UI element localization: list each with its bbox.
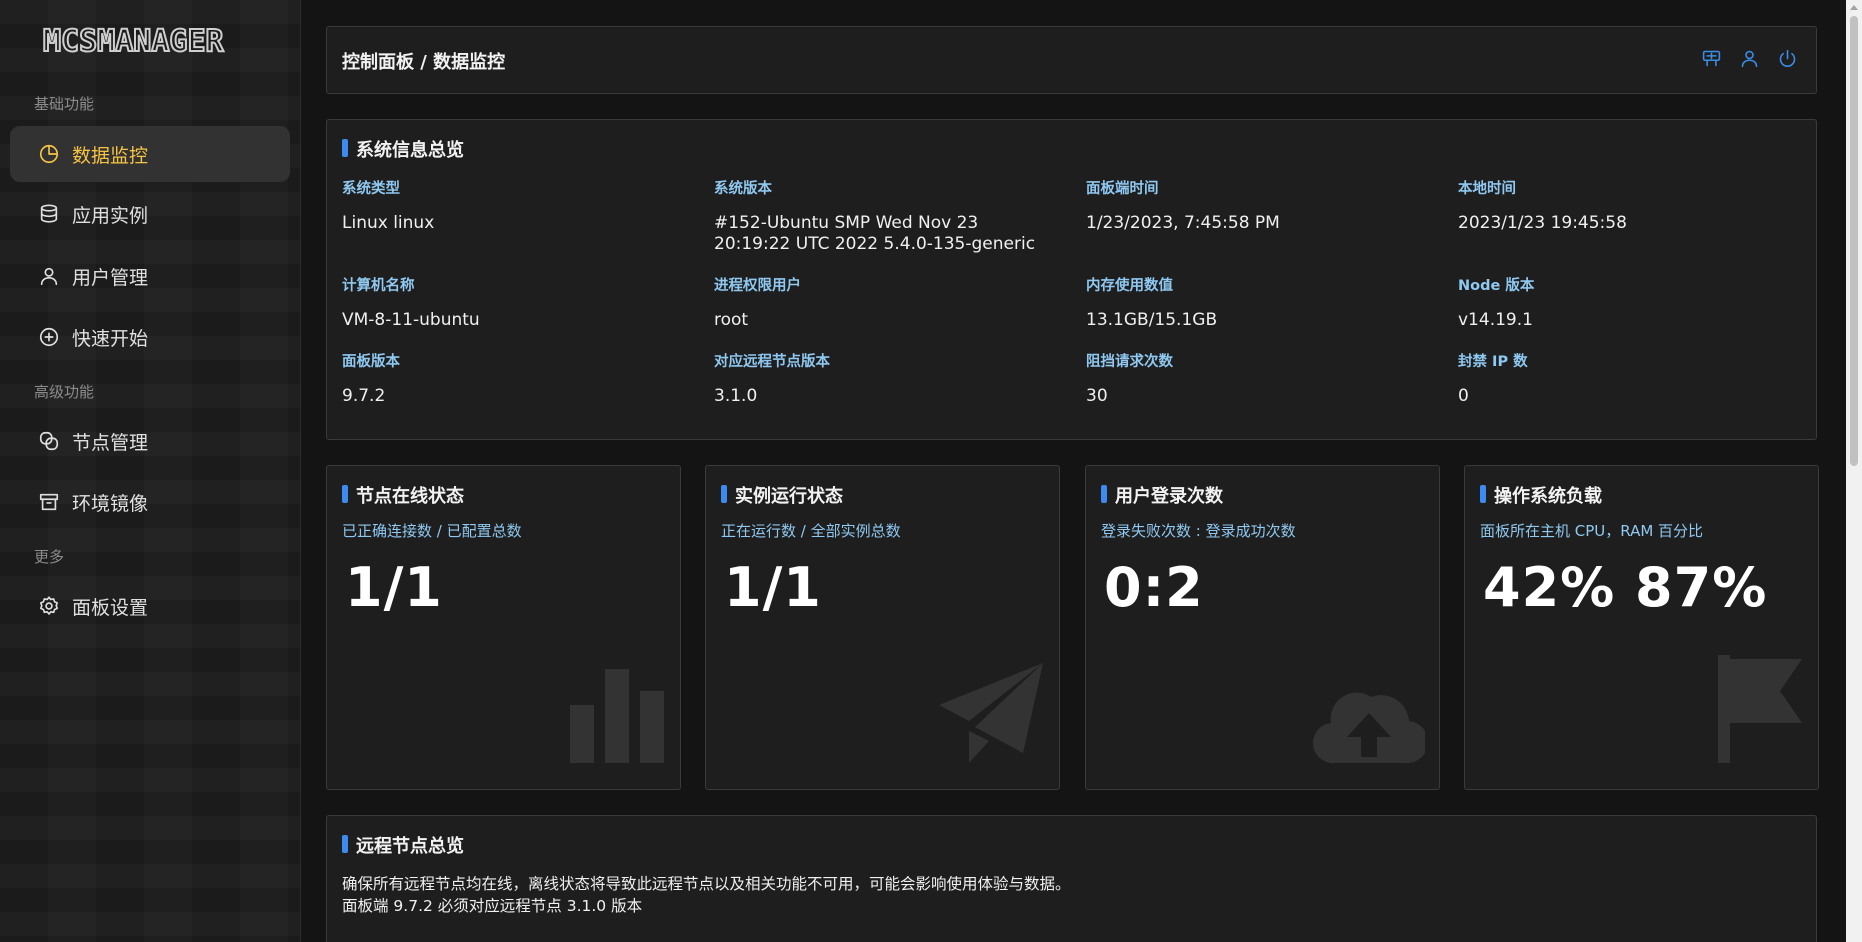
stat-subtitle: 登录失败次数 : 登录成功次数 <box>1101 522 1296 540</box>
stat-value: 42% 87% <box>1483 556 1768 619</box>
info-value: 30 <box>1086 386 1108 406</box>
translate-icon[interactable] <box>1701 48 1722 69</box>
info-label: 阻挡请求次数 <box>1086 354 1173 370</box>
sidebar-item-users[interactable]: 用户管理 <box>10 248 290 304</box>
card-title: 用户登录次数 <box>1101 482 1223 508</box>
power-icon[interactable] <box>1777 48 1798 69</box>
info-value: 13.1GB/15.1GB <box>1086 310 1218 330</box>
info-system-type: 系统类型 Linux linux <box>342 177 702 234</box>
info-label: 面板版本 <box>342 354 400 370</box>
info-process-user: 进程权限用户 root <box>714 274 1074 331</box>
info-hostname: 计算机名称 VM-8-11-ubuntu <box>342 274 702 331</box>
stat-subtitle: 已正确连接数 / 已配置总数 <box>342 522 522 540</box>
info-value: 1/23/2023, 7:45:58 PM <box>1086 213 1280 233</box>
stat-card-load: 操作系统负载 面板所在主机 CPU，RAM 百分比 42% 87% <box>1464 465 1819 790</box>
scroll-up-arrow[interactable] <box>1850 5 1858 10</box>
info-value: #152-Ubuntu SMP Wed Nov 23 20:19:22 UTC … <box>714 213 1036 254</box>
bar-chart-icon <box>568 667 666 769</box>
nav-group-basic: 基础功能 <box>34 95 95 113</box>
database-icon <box>40 204 58 223</box>
info-label: 封禁 IP 数 <box>1458 354 1528 370</box>
stat-card-instances: 实例运行状态 正在运行数 / 全部实例总数 1/1 <box>705 465 1060 790</box>
nav-group-advanced: 高级功能 <box>34 383 95 401</box>
info-value: 0 <box>1458 386 1469 406</box>
info-label: 进程权限用户 <box>714 278 801 294</box>
info-remote-version: 对应远程节点版本 3.1.0 <box>714 350 1074 407</box>
stat-value: 1/1 <box>724 556 822 619</box>
system-info-card: 系统信息总览 系统类型 Linux linux 系统版本 #152-Ubuntu… <box>326 119 1817 440</box>
plus-circle-icon <box>39 327 59 347</box>
info-value: v14.19.1 <box>1458 310 1533 330</box>
stat-card-nodes: 节点在线状态 已正确连接数 / 已配置总数 1/1 <box>326 465 681 790</box>
sidebar-item-label: 节点管理 <box>72 431 149 454</box>
info-memory: 内存使用数值 13.1GB/15.1GB <box>1086 274 1446 331</box>
remote-nodes-card: 远程节点总览 确保所有远程节点均在线，离线状态将导致此远程节点以及相关功能不可用… <box>326 815 1817 942</box>
user-icon <box>40 267 58 286</box>
info-node-version: Node 版本 v14.19.1 <box>1458 274 1818 331</box>
info-value: 2023/1/23 19:45:58 <box>1458 213 1627 233</box>
sidebar-item-data-monitor[interactable]: 数据监控 <box>10 126 290 182</box>
flag-icon <box>1716 653 1804 769</box>
cloud-upload-icon <box>1312 679 1429 769</box>
info-panel-time: 面板端时间 1/23/2023, 7:45:58 PM <box>1086 177 1446 234</box>
gear-icon <box>40 596 58 615</box>
sidebar-item-quick-start[interactable]: 快速开始 <box>10 309 290 365</box>
card-title: 实例运行状态 <box>721 482 843 508</box>
info-value: root <box>714 310 749 330</box>
sidebar-item-instances[interactable]: 应用实例 <box>10 186 290 242</box>
top-header: 控制面板 / 数据监控 <box>326 26 1817 94</box>
header-actions <box>1701 48 1798 69</box>
info-label: 面板端时间 <box>1086 181 1159 197</box>
stat-value: 1/1 <box>345 556 443 619</box>
info-system-version: 系统版本 #152-Ubuntu SMP Wed Nov 23 20:19:22… <box>714 177 1059 255</box>
card-title: 远程节点总览 <box>342 832 464 858</box>
info-panel-version: 面板版本 9.7.2 <box>342 350 702 407</box>
node-link-icon <box>39 431 59 451</box>
sidebar-item-label: 应用实例 <box>72 204 149 227</box>
sidebar: MCSMANAGER 基础功能 数据监控 应用实例 用户管理 快速开始 高级功能… <box>0 0 301 942</box>
info-label: Node 版本 <box>1458 278 1535 294</box>
sidebar-item-label: 面板设置 <box>72 596 149 619</box>
info-label: 计算机名称 <box>342 278 415 294</box>
info-local-time: 本地时间 2023/1/23 19:45:58 <box>1458 177 1818 234</box>
info-value: 9.7.2 <box>342 386 386 406</box>
stat-subtitle: 面板所在主机 CPU，RAM 百分比 <box>1480 522 1704 540</box>
sidebar-item-settings[interactable]: 面板设置 <box>10 578 290 634</box>
card-title: 操作系统负载 <box>1480 482 1602 508</box>
breadcrumb: 控制面板 / 数据监控 <box>342 52 506 73</box>
info-value: 3.1.0 <box>714 386 758 406</box>
stat-value: 0:2 <box>1104 556 1204 619</box>
info-value: VM-8-11-ubuntu <box>342 310 480 330</box>
sidebar-item-label: 数据监控 <box>72 144 149 167</box>
pie-chart-icon <box>39 144 59 164</box>
info-blocked-requests: 阻挡请求次数 30 <box>1086 350 1446 407</box>
scroll-thumb[interactable] <box>1850 16 1858 466</box>
archive-box-icon <box>39 493 59 511</box>
app-logo[interactable]: MCSMANAGER <box>42 25 258 59</box>
info-value: Linux linux <box>342 213 435 233</box>
info-label: 系统版本 <box>714 181 772 197</box>
stat-subtitle: 正在运行数 / 全部实例总数 <box>721 522 901 540</box>
remote-description: 确保所有远程节点均在线，离线状态将导致此远程节点以及相关功能不可用，可能会影响使… <box>342 873 1071 917</box>
info-label: 系统类型 <box>342 181 400 197</box>
nav-group-more: 更多 <box>34 548 65 566</box>
card-title: 系统信息总览 <box>342 136 464 162</box>
user-icon[interactable] <box>1739 48 1760 69</box>
sidebar-item-nodes[interactable]: 节点管理 <box>10 413 290 469</box>
remote-line-1: 确保所有远程节点均在线，离线状态将导致此远程节点以及相关功能不可用，可能会影响使… <box>342 875 1071 893</box>
page-scrollbar[interactable] <box>1846 0 1862 942</box>
paper-plane-icon <box>937 661 1045 769</box>
card-title: 节点在线状态 <box>342 482 464 508</box>
sidebar-item-label: 用户管理 <box>72 266 149 289</box>
info-banned-ips: 封禁 IP 数 0 <box>1458 350 1818 407</box>
info-label: 本地时间 <box>1458 181 1516 197</box>
info-label: 内存使用数值 <box>1086 278 1173 294</box>
sidebar-item-label: 环境镜像 <box>72 492 149 515</box>
sidebar-item-label: 快速开始 <box>72 327 149 350</box>
stat-card-logins: 用户登录次数 登录失败次数 : 登录成功次数 0:2 <box>1085 465 1440 790</box>
info-label: 对应远程节点版本 <box>714 354 830 370</box>
remote-line-2: 面板端 9.7.2 必须对应远程节点 3.1.0 版本 <box>342 897 643 915</box>
sidebar-item-images[interactable]: 环境镜像 <box>10 474 290 530</box>
